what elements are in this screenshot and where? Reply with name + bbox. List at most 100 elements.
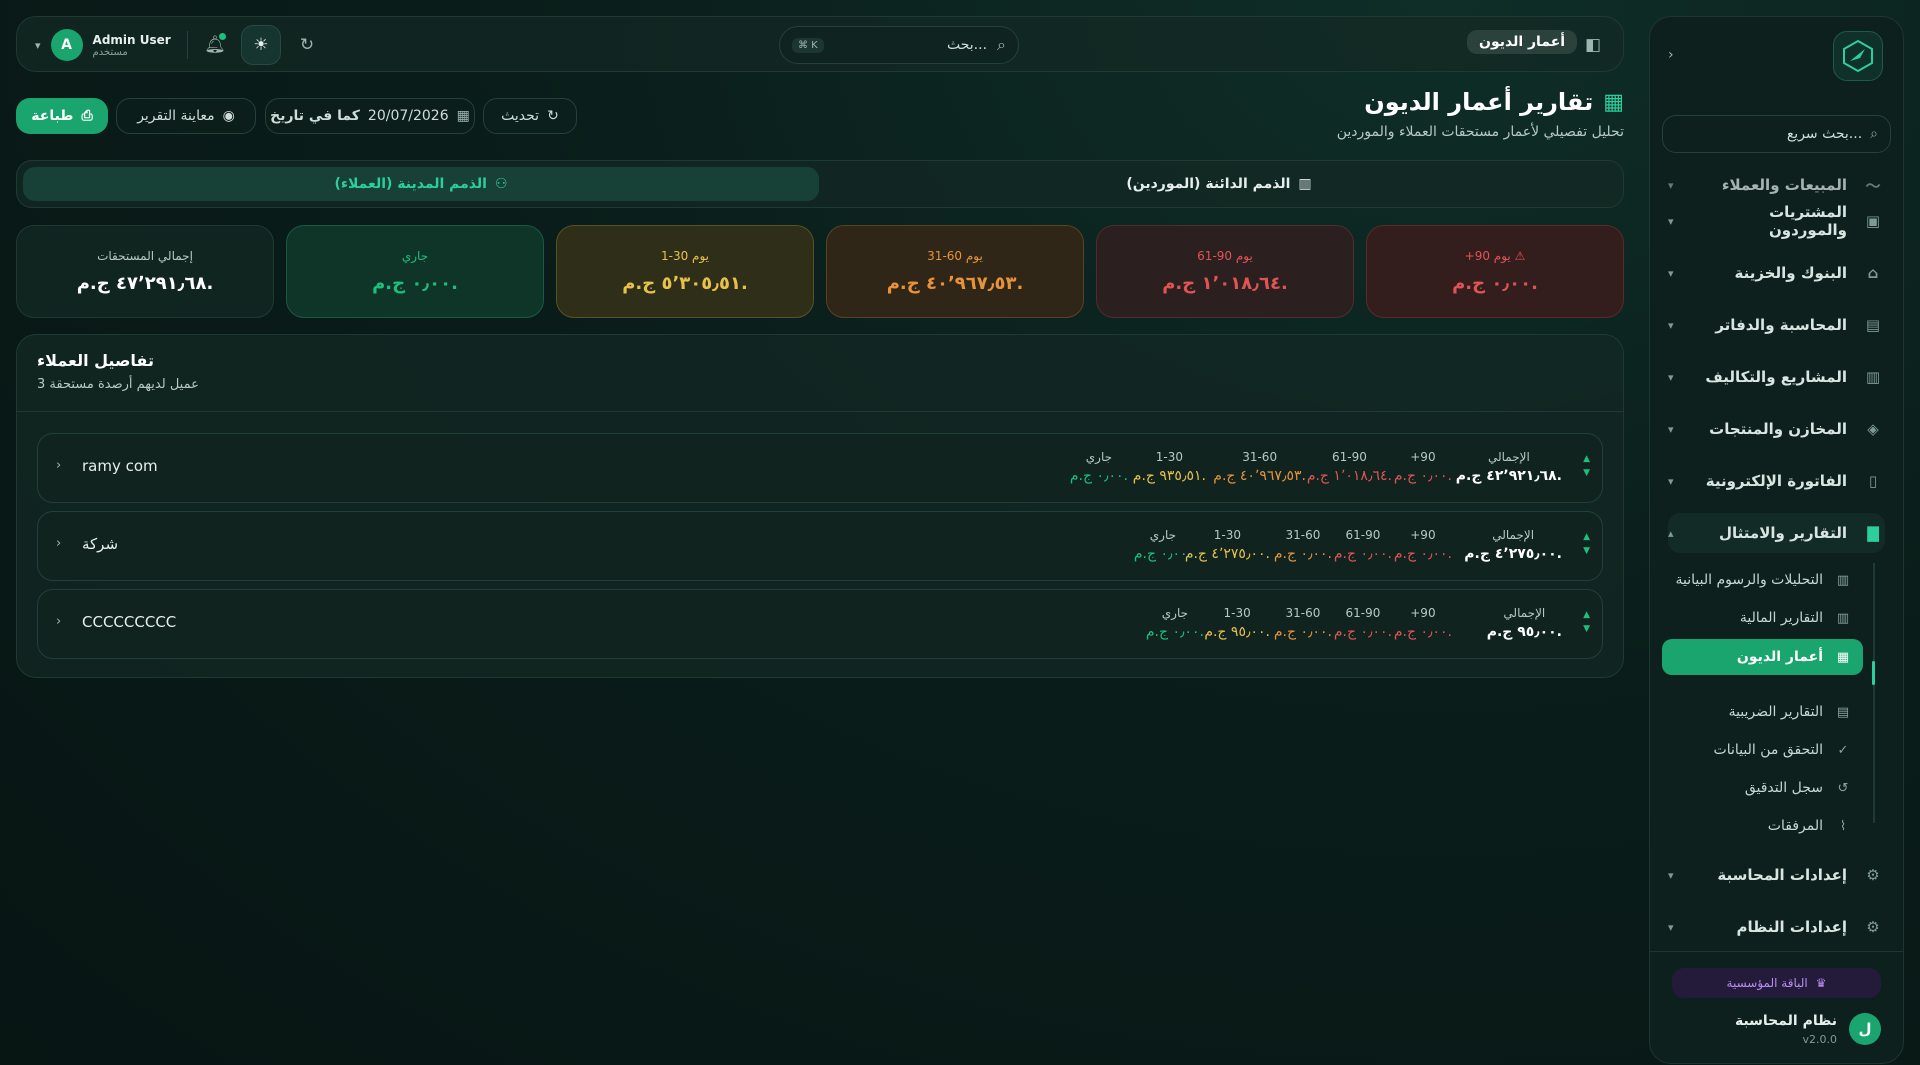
refresh-icon: ↻ (299, 35, 315, 55)
kpi-title-row: +90 يوم ⚠ (1465, 249, 1526, 263)
kpi-title: +90 يوم (1464, 249, 1511, 263)
sidebar-item-reports[interactable]: ▇ التقارير والامتثال ▴ (1668, 513, 1885, 553)
kpi-value: ٤٠٬٩٦٧٫٥٣ ج.م. (886, 273, 1024, 294)
check-circle-icon: ✓ (1837, 742, 1849, 758)
refresh-button[interactable]: ↻ (287, 25, 327, 65)
chevron-down-icon: ▾ (35, 38, 41, 52)
sub-item-debt-aging[interactable]: ▦ أعمار الديون (1662, 639, 1863, 675)
cell-31-60: 31-60 ٠٫٠٠ ج.م. (1274, 606, 1332, 640)
sub-item-label: التقارير المالية (1739, 610, 1823, 626)
col-header: 61-90 (1345, 606, 1381, 620)
sidebar-item-einvoice[interactable]: ▯ الفاتورة الإلكترونية ▾ (1668, 461, 1885, 501)
col-header: 1-30 (1155, 450, 1183, 464)
sub-item-tax-reports[interactable]: ▤ التقارير الضريبية (1662, 695, 1863, 729)
toggle-panel-button[interactable]: ◧ (1573, 25, 1613, 65)
collapse-sidebar-icon[interactable]: › (1668, 47, 1674, 63)
bank-icon: ⌂ (1867, 264, 1879, 282)
kpi-value: ٤٧٬٢٩١٫٦٨ ج.م. (76, 273, 214, 294)
cell-value: ٠٫٠٠ ج.م. (1393, 624, 1452, 640)
sub-item-data-validation[interactable]: ✓ التحقق من البيانات (1662, 733, 1863, 767)
sidebar-item-purchases[interactable]: ▣ المشتريات والموردون ▾ (1668, 201, 1885, 241)
sidebar-divider (1650, 951, 1903, 952)
submenu-rail-active (1872, 661, 1875, 685)
sidebar-item-label: إعدادات المحاسبة (1717, 866, 1847, 884)
chevron-down-icon: ▾ (1668, 266, 1674, 280)
chevron-up-icon: ▴ (1668, 526, 1674, 540)
sidebar-item-projects[interactable]: ▥ المشاريع والتكاليف ▾ (1668, 357, 1885, 397)
cell-value: ٠٫٠٠ ج.م. (1393, 468, 1452, 484)
chevron-right-icon[interactable]: › (56, 536, 61, 551)
sidebar-item-accounting[interactable]: ▤ المحاسبة والدفاتر ▾ (1668, 305, 1885, 345)
refresh-report-button[interactable]: تحديث ↻ (483, 98, 577, 134)
cell-1-30: 1-30 ٩٥٫٠٠ ج.م. (1204, 606, 1270, 640)
col-header: +90 (1410, 528, 1436, 542)
sub-item-financial-reports[interactable]: ▥ التقارير المالية (1662, 601, 1863, 635)
customer-row[interactable]: › CCCCCCCCC الإجمالي ٩٥٫٠٠ ج.م. +90 ٠٫٠٠ ج… (37, 589, 1603, 659)
gear-icon: ⚙ (1866, 866, 1880, 884)
book-icon: ▤ (1865, 316, 1881, 334)
as-of-date-picker[interactable]: كما في تاريخ 20/07/2026 ▦ (265, 98, 475, 134)
search-icon: ⌕ (997, 35, 1006, 54)
preview-report-button[interactable]: معاينة التقرير ◉ (116, 98, 256, 134)
col-header: 1-30 (1213, 528, 1242, 542)
kpi-total: إجمالي المستحقات ٤٧٬٢٩١٫٦٨ ج.م. (16, 225, 274, 318)
col-header: جاري (1085, 450, 1113, 464)
cell-value: ١٬٠١٨٫٦٤ ج.م. (1306, 468, 1392, 484)
app-name: نظام المحاسبة (1734, 1013, 1837, 1029)
chevron-down-icon: ▾ (1668, 214, 1674, 228)
receipt-icon: ▤ (1836, 704, 1850, 720)
calendar-clock-icon: ▦ (1603, 89, 1624, 115)
bar-chart-icon: ▥ (1836, 572, 1850, 588)
cell-value: ٤٬٢٧٥٫٠٠ ج.م. (1184, 546, 1270, 562)
page-title-row: تقارير أعمار الديون ▦ (1364, 88, 1624, 116)
sidebar-item-label: الفاتورة الإلكترونية (1705, 472, 1847, 490)
kpi-title: 61-90 يوم (1197, 249, 1253, 263)
col-header: 61-90 (1331, 450, 1367, 464)
cell-value: ٠٫٠٠ ج.م. (1393, 546, 1452, 562)
sidebar-item-accounting-settings[interactable]: ⚙ إعدادات المحاسبة ▾ (1668, 855, 1885, 895)
paperclip-icon: ⌇ (1839, 818, 1847, 834)
customer-name: ramy com (82, 457, 158, 475)
cell-current: جاري ٠٫٠٠ ج.م. (1134, 528, 1192, 562)
col-header: +90 (1410, 450, 1436, 464)
sidebar-item-label: المحاسبة والدفاتر (1715, 316, 1847, 334)
notifications-button[interactable]: 🔔︎ (195, 25, 235, 65)
sidebar-search[interactable]: بحث سريع... ⌕ (1662, 115, 1891, 153)
col-header: 31-60 (1242, 450, 1278, 464)
tab-receivables[interactable]: الذمم المدينة (العملاء) ⚇ (23, 167, 819, 201)
sidebar-item-sales[interactable]: 〜 المبيعات والعملاء ▾ (1668, 165, 1885, 205)
kpi-current: جاري ٠٫٠٠ ج.م. (286, 225, 544, 318)
sub-item-label: أعمار الديون (1736, 649, 1823, 665)
sidebar-item-system-settings[interactable]: ⚙ إعدادات النظام ▾ (1668, 907, 1885, 947)
plan-badge[interactable]: الباقة المؤسسية ♛ (1672, 968, 1881, 998)
col-header: الإجمالي (1503, 606, 1546, 620)
kpi-value: ٥٬٣٠٥٫٥١ ج.م. (622, 273, 748, 294)
sidebar-item-warehouses[interactable]: ◈ المخازن والمنتجات ▾ (1668, 409, 1885, 449)
tab-payables[interactable]: الذمم الدائنة (الموردين) ▥ (821, 167, 1617, 201)
kpi-title: إجمالي المستحقات (97, 249, 193, 263)
bar-chart-icon: ▇ (1867, 524, 1879, 542)
submenu-rail (1873, 563, 1875, 823)
details-title: تفاصيل العملاء (37, 351, 154, 370)
sub-item-audit-log[interactable]: ↺ سجل التدقيق (1662, 771, 1863, 805)
sub-item-analytics[interactable]: ▥ التحليلات والرسوم البيانية (1662, 563, 1863, 597)
print-button[interactable]: طباعة ⎙ (16, 98, 108, 134)
shortcut-badge: ⌘ K (792, 37, 824, 53)
chevron-down-icon: ▾ (1668, 422, 1674, 436)
user-menu[interactable]: ▾ A Admin User مستخدم (35, 25, 171, 65)
building-icon: ▥ (1298, 176, 1312, 192)
chevron-right-icon[interactable]: › (56, 458, 61, 473)
kpi-61-90: 61-90 يوم ١٬٠١٨٫٦٤ ج.م. (1096, 225, 1354, 318)
cell-61-90: 61-90 ٠٫٠٠ ج.م. (1334, 606, 1392, 640)
customer-row[interactable]: › شركة الإجمالي ٤٬٢٧٥٫٠٠ ج.م. +90 ٠٫٠٠ ج.م… (37, 511, 1603, 581)
cell-value: ٠٫٠٠ ج.م. (1133, 546, 1192, 562)
col-header: الإجمالي (1487, 450, 1530, 464)
kpi-title: 31-60 يوم (927, 249, 983, 263)
theme-toggle-button[interactable]: ☀ (241, 25, 281, 65)
customer-row[interactable]: › ramy com الإجمالي ٤٢٬٩٢١٫٦٨ ج.م. +90 ٠٫٠… (37, 433, 1603, 503)
global-search[interactable]: ⌘ K بحث... ⌕ (779, 26, 1019, 64)
sidebar-item-banks[interactable]: ⌂ البنوك والخزينة ▾ (1668, 253, 1885, 293)
sub-item-attachments[interactable]: ⌇ المرفقات (1662, 809, 1863, 843)
chevron-right-icon[interactable]: › (56, 614, 61, 629)
file-icon: ▯ (1868, 472, 1878, 490)
